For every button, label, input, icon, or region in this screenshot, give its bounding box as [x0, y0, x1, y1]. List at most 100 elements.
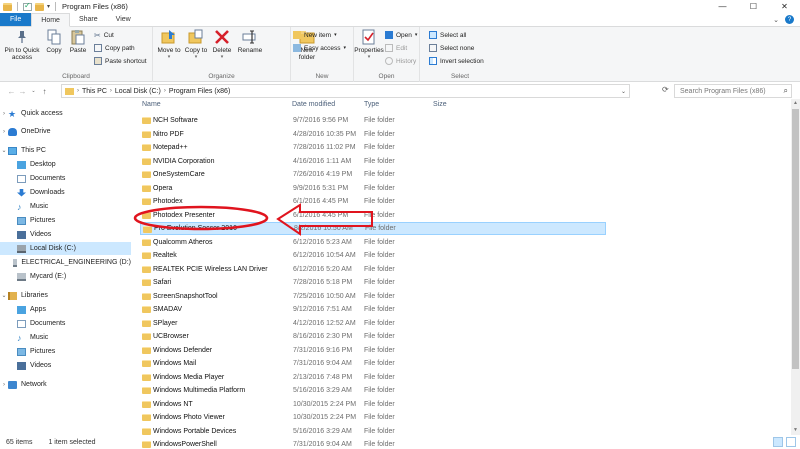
file-row[interactable]: Pro Evolution Soccer 2016 8/2/2016 10:50 …	[140, 222, 606, 235]
file-row[interactable]: Opera 9/9/2016 5:31 PM File folder	[140, 182, 606, 195]
collapse-chevron-icon[interactable]: ⌄	[0, 147, 8, 154]
nav-downloads[interactable]: Downloads	[0, 186, 131, 199]
column-header-type[interactable]: Type	[364, 101, 379, 113]
nav-videos[interactable]: Videos	[0, 228, 131, 241]
nav-onedrive[interactable]: › OneDrive	[0, 125, 131, 138]
edit-button[interactable]: Edit	[385, 44, 407, 52]
invert-selection-button[interactable]: Invert selection	[429, 57, 484, 65]
file-row[interactable]: SMADAV 9/12/2016 7:51 AM File folder	[140, 303, 606, 316]
column-header-date-modified[interactable]: Date modified	[292, 101, 335, 113]
scrollbar-thumb[interactable]	[792, 109, 799, 369]
file-row[interactable]: Photodex 6/1/2016 4:45 PM File folder	[140, 195, 606, 208]
details-view-icon[interactable]	[773, 437, 783, 447]
file-type: File folder	[364, 319, 395, 327]
nav-drive-d[interactable]: ELECTRICAL_ENGINEERING (D:)	[0, 256, 131, 269]
move-to-button[interactable]: Move to ▾	[156, 29, 182, 61]
tab-home[interactable]: Home	[31, 13, 70, 27]
file-row[interactable]: Notepad++ 7/28/2016 11:02 PM File folder	[140, 141, 606, 154]
history-button[interactable]: History	[385, 57, 416, 65]
file-row[interactable]: NCH Software 9/7/2016 9:56 PM File folder	[140, 114, 606, 127]
file-row[interactable]: Safari 7/28/2016 5:18 PM File folder	[140, 276, 606, 289]
pin-to-quick-access-button[interactable]: Pin to Quick access	[2, 29, 42, 61]
back-arrow-icon[interactable]: ←	[6, 87, 17, 96]
new-folder-quick-icon[interactable]	[35, 2, 44, 11]
properties-quick-icon[interactable]	[23, 1, 32, 11]
nav-music[interactable]: ♪ Music	[0, 200, 131, 213]
up-arrow-icon[interactable]: ↑	[39, 87, 50, 96]
cut-button[interactable]: ✂ Cut	[94, 31, 114, 40]
tab-view[interactable]: View	[107, 13, 140, 26]
breadcrumb-this-pc[interactable]: This PC	[82, 88, 107, 95]
copy-to-button[interactable]: Copy to ▾	[183, 29, 209, 61]
recent-locations-chevron-icon[interactable]: ⌄	[28, 88, 39, 94]
file-row[interactable]: Windows Defender 7/31/2016 9:16 PM File fo…	[140, 344, 606, 357]
nav-drive-e[interactable]: Mycard (E:)	[0, 270, 131, 283]
expand-ribbon-chevron-icon[interactable]: ⌄	[773, 16, 779, 24]
file-row[interactable]: Windows Multimedia Platform 5/16/2016 3:2…	[140, 384, 606, 397]
nav-lib-videos[interactable]: Videos	[0, 359, 131, 372]
large-icons-view-icon[interactable]	[786, 437, 796, 447]
file-row[interactable]: SPlayer 4/12/2016 12:52 AM File folder	[140, 317, 606, 330]
file-row[interactable]: UCBrowser 8/16/2016 2:30 PM File folder	[140, 330, 606, 343]
copy-path-button[interactable]: Copy path	[94, 44, 135, 52]
customize-toolbar-chevron-icon[interactable]: ▾	[47, 3, 50, 10]
file-row[interactable]: Qualcomm Atheros 6/12/2016 5:23 AM File fo…	[140, 236, 606, 249]
properties-button[interactable]: Properties ▾	[354, 29, 384, 61]
maximize-button[interactable]: ☐	[738, 0, 769, 13]
nav-documents[interactable]: Documents	[0, 172, 131, 185]
tab-share[interactable]: Share	[70, 13, 107, 26]
file-row[interactable]: Nitro PDF 4/28/2016 10:35 PM File folder	[140, 128, 606, 141]
file-row[interactable]: ScreenSnapshotTool 7/25/2016 10:50 AM File…	[140, 290, 606, 303]
refresh-icon[interactable]: ⟳	[662, 85, 669, 94]
file-row[interactable]: NVIDIA Corporation 4/16/2016 1:11 AM File …	[140, 155, 606, 168]
help-icon[interactable]: ?	[785, 15, 794, 24]
select-all-button[interactable]: Select all	[429, 31, 466, 39]
breadcrumb-program-files[interactable]: Program Files (x86)	[169, 88, 230, 95]
scroll-up-arrow-icon[interactable]: ▲	[791, 99, 800, 108]
file-row[interactable]: OneSystemCare 7/26/2016 4:19 PM File folde…	[140, 168, 606, 181]
nav-libraries[interactable]: ⌄ Libraries	[0, 289, 131, 302]
nav-lib-pictures[interactable]: Pictures	[0, 345, 131, 358]
delete-button[interactable]: Delete ▾	[210, 29, 234, 61]
paste-button[interactable]: Paste	[66, 29, 90, 54]
expand-chevron-icon[interactable]: ›	[0, 129, 8, 135]
file-row[interactable]: Photodex Presenter 6/1/2016 4:45 PM File f…	[140, 209, 606, 222]
paste-shortcut-button[interactable]: Paste shortcut	[94, 57, 147, 65]
expand-chevron-icon[interactable]: ›	[0, 111, 8, 117]
file-row[interactable]: Windows Photo Viewer 10/30/2015 2:24 PM Fi…	[140, 411, 606, 424]
minimize-button[interactable]: —	[707, 0, 738, 13]
nav-apps[interactable]: Apps	[0, 303, 131, 316]
nav-local-disk-c[interactable]: Local Disk (C:)	[0, 242, 131, 255]
address-bar[interactable]: › This PC › Local Disk (C:) › Program Fi…	[61, 84, 630, 98]
scroll-down-arrow-icon[interactable]: ▼	[791, 426, 800, 435]
collapse-chevron-icon[interactable]: ⌄	[0, 292, 8, 299]
forward-arrow-icon[interactable]: →	[17, 87, 28, 96]
new-item-button[interactable]: New item ▾	[293, 31, 337, 39]
select-none-button[interactable]: Select none	[429, 44, 474, 52]
copy-button[interactable]: Copy	[42, 29, 66, 54]
open-button[interactable]: Open ▾	[385, 31, 417, 39]
file-row[interactable]: Windows Mail 7/31/2016 9:04 AM File folder	[140, 357, 606, 370]
close-button[interactable]: ✕	[769, 0, 800, 13]
tab-file[interactable]: File	[0, 13, 32, 26]
nav-desktop[interactable]: Desktop	[0, 158, 131, 171]
easy-access-button[interactable]: Easy access ▾	[293, 44, 346, 52]
file-row[interactable]: REALTEK PCIE Wireless LAN Driver 6/12/201…	[140, 263, 606, 276]
address-history-chevron-icon[interactable]: ⌄	[621, 88, 626, 95]
nav-network[interactable]: › Network	[0, 378, 131, 391]
vertical-scrollbar[interactable]: ▲ ▼	[791, 99, 800, 435]
nav-pictures[interactable]: Pictures	[0, 214, 131, 227]
file-row[interactable]: Windows Media Player 2/13/2016 7:48 PM Fil…	[140, 371, 606, 384]
nav-lib-documents[interactable]: Documents	[0, 317, 131, 330]
breadcrumb-local-disk[interactable]: Local Disk (C:)	[115, 88, 161, 95]
column-header-name[interactable]: Name	[142, 101, 161, 113]
file-row[interactable]: Realtek 6/12/2016 10:54 AM File folder	[140, 249, 606, 262]
nav-quick-access[interactable]: › ★ Quick access	[0, 107, 131, 120]
column-header-size[interactable]: Size	[433, 101, 447, 113]
rename-button[interactable]: Rename	[235, 29, 265, 54]
nav-this-pc[interactable]: ⌄ This PC	[0, 144, 131, 157]
expand-chevron-icon[interactable]: ›	[0, 382, 8, 388]
file-row[interactable]: Windows NT 10/30/2015 2:24 PM File folder	[140, 398, 606, 411]
search-input[interactable]: Search Program Files (x86) ⌕	[674, 84, 792, 98]
nav-lib-music[interactable]: ♪ Music	[0, 331, 131, 344]
